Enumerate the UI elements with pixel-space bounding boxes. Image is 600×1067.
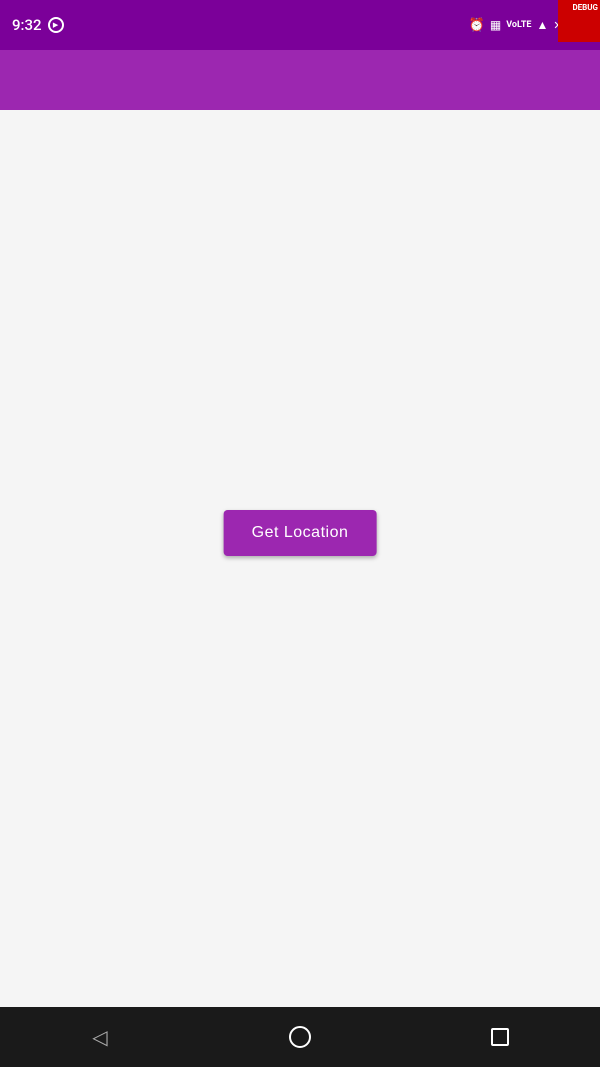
home-button[interactable] (280, 1017, 320, 1057)
recents-button[interactable] (480, 1017, 520, 1057)
wifi-icon: ▲ (536, 18, 548, 32)
alarm-icon: ⏰ (469, 18, 485, 33)
status-time: 9:32 ▶ (12, 16, 64, 34)
status-bar: 9:32 ▶ ⏰ ▦ VoLTE ▲ ✕ 51% DEBUG (0, 0, 600, 50)
signal-icon: ▦ (490, 18, 501, 32)
home-icon (289, 1026, 311, 1048)
debug-badge: DEBUG (558, 0, 600, 42)
back-icon: ◁ (92, 1025, 107, 1049)
debug-text: DEBUG (572, 4, 598, 13)
nav-bar: ◁ (0, 1007, 600, 1067)
app-bar (0, 50, 600, 110)
main-content: Get Location (0, 110, 600, 1007)
media-icon: ▶ (48, 17, 64, 33)
volte-icon: VoLTE (506, 20, 531, 30)
recents-icon (491, 1028, 509, 1046)
back-button[interactable]: ◁ (80, 1017, 120, 1057)
get-location-button[interactable]: Get Location (224, 510, 377, 556)
time-text: 9:32 (12, 16, 42, 34)
